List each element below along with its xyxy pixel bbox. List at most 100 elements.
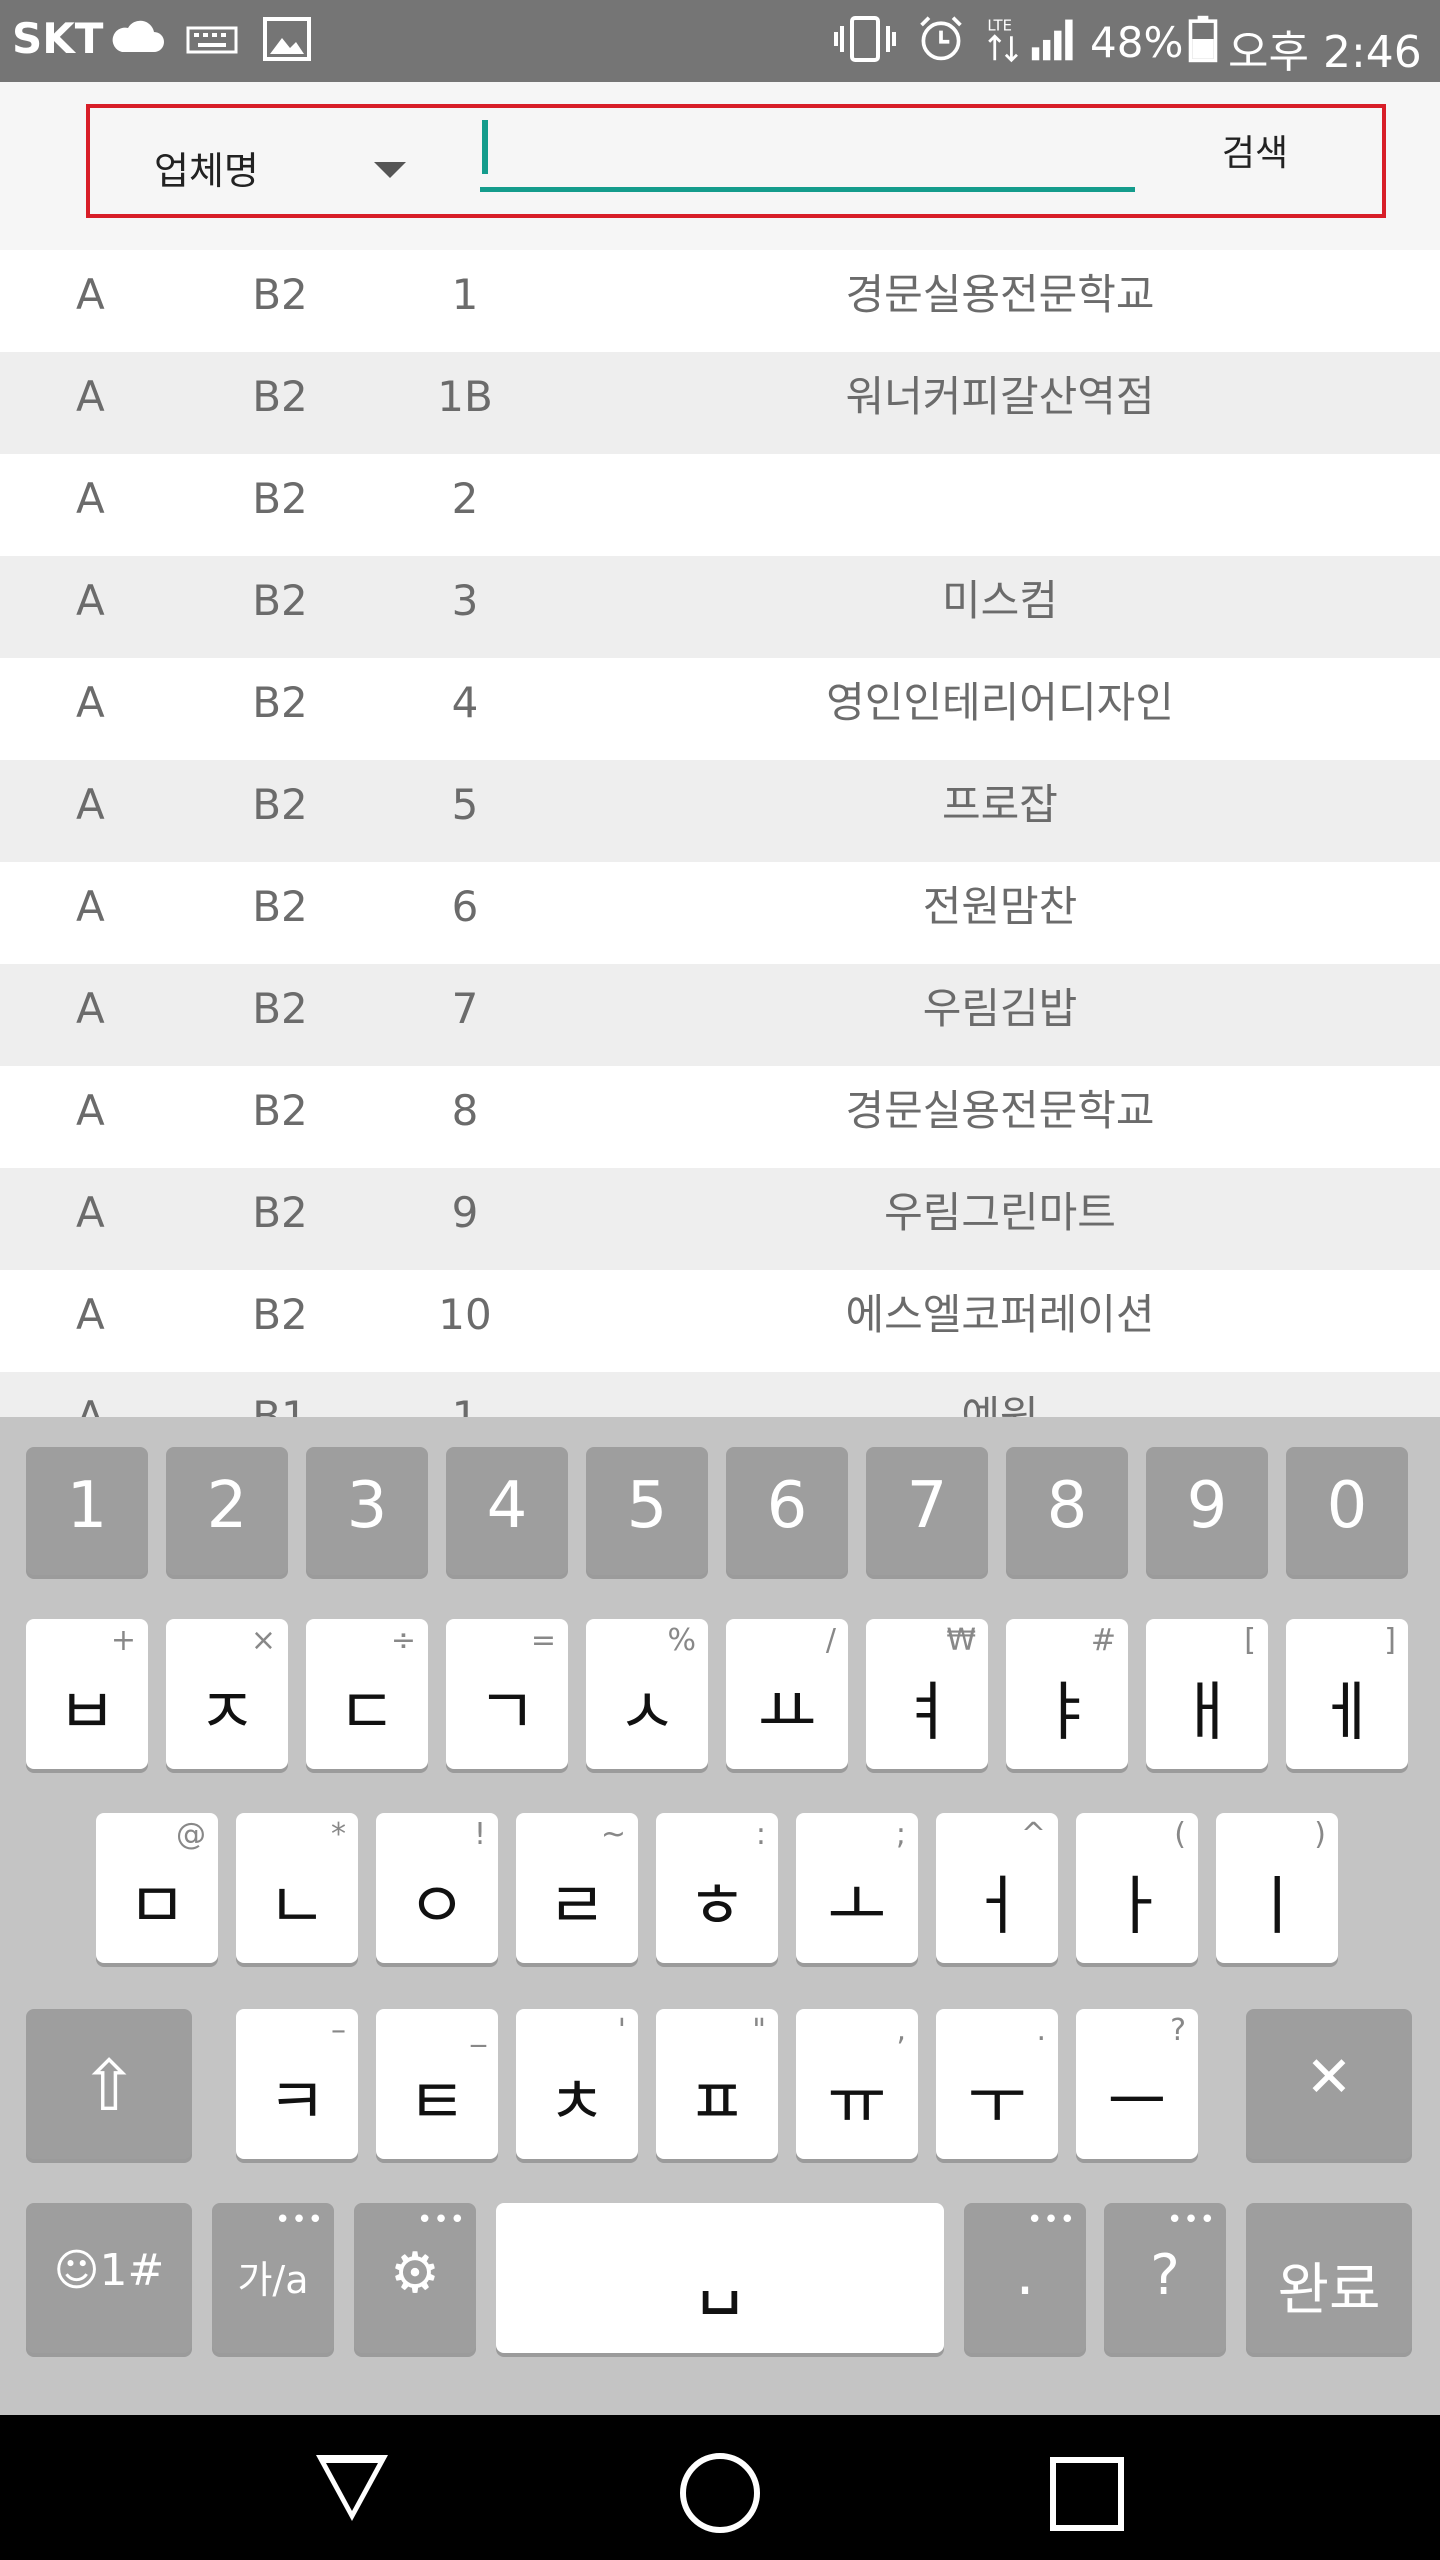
list-item[interactable]: A B2 2 [0, 454, 1440, 556]
key-row4-2[interactable]: ㅊ ' [516, 2009, 638, 2159]
key-row3-8[interactable]: ㅣ) [1216, 1813, 1338, 1963]
key-row2-6[interactable]: ㅕ ₩ [866, 1619, 988, 1769]
list-item[interactable]: A B2 9 우림그린마트 [0, 1168, 1440, 1270]
search-box: 업체명 검색 [86, 104, 1386, 218]
key-8-label: 8 [1046, 1469, 1088, 1543]
key-5[interactable]: 5 [586, 1447, 708, 1575]
list-item[interactable]: A B2 8 경문실용전문학교 [0, 1066, 1440, 1168]
key-9[interactable]: 9 [1146, 1447, 1268, 1575]
key-row2-0[interactable]: ㅂ + [26, 1619, 148, 1769]
key-3[interactable]: 3 [306, 1447, 428, 1575]
list-item-c3: 6 [451, 882, 479, 931]
clock: 오후 2:46 [1228, 27, 1422, 78]
recent-apps-icon[interactable] [1050, 2457, 1124, 2531]
key-row2-5-secondary: / [825, 1623, 836, 1658]
list-item-c4: 우림그린마트 [884, 1188, 1116, 1237]
settings-key[interactable]: ⚙ ••• [354, 2203, 476, 2353]
key-4[interactable]: 4 [446, 1447, 568, 1575]
key-6[interactable]: 6 [726, 1447, 848, 1575]
key-row4-4[interactable]: ㅠ, [796, 2009, 918, 2159]
list-item[interactable]: A B2 4 영인인테리어디자인 [0, 658, 1440, 760]
key-row2-1[interactable]: ㅈ × [166, 1619, 288, 1769]
list-item-c1: A [76, 984, 105, 1033]
key-row4-3[interactable]: ㅍ " [656, 2009, 778, 2159]
result-list[interactable]: A B2 1 경문실용전문학교 A B2 1B 워너커피갈산역점 A B2 2 A B2 3 미스컴 A B2 4… [0, 250, 1440, 1417]
language-switch-key[interactable]: 가/a ••• [212, 2203, 334, 2353]
key-row3-6-secondary: ^ [1020, 1817, 1046, 1852]
back-icon-inner [326, 2463, 378, 2511]
key-row4-2-label: ㅊ [547, 2066, 607, 2140]
key-row3-7[interactable]: ㅏ( [1076, 1813, 1198, 1963]
list-item[interactable]: A B2 6 전원맘찬 [0, 862, 1440, 964]
key-4-label: 4 [486, 1469, 528, 1543]
key-row2-7-label: ㅑ [1037, 1676, 1097, 1750]
key-row2-2-secondary: ÷ [390, 1623, 416, 1658]
battery-percent: 48% [1090, 18, 1184, 67]
key-2[interactable]: 2 [166, 1447, 288, 1575]
list-item[interactable]: A B2 1 경문실용전문학교 [0, 250, 1440, 352]
key-6-label: 6 [766, 1469, 808, 1543]
list-item[interactable]: A B2 7 우림김밥 [0, 964, 1440, 1066]
key-row4-2-secondary: ' [617, 2013, 626, 2048]
key-row2-3[interactable]: ㄱ = [446, 1619, 568, 1769]
key-row4-3-label: ㅍ [687, 2066, 747, 2140]
backspace-key[interactable]: ✕ [1246, 2009, 1412, 2159]
list-item[interactable]: A B2 3 미스컴 [0, 556, 1440, 658]
key-1[interactable]: 1 [26, 1447, 148, 1575]
key-2-label: 2 [206, 1469, 248, 1543]
key-row3-8-label: ㅣ [1247, 1870, 1307, 1944]
key-row3-2[interactable]: ㅇ! [376, 1813, 498, 1963]
key-row3-3[interactable]: ㄹ ~ [516, 1813, 638, 1963]
key-row2-9-label: ㅔ [1317, 1676, 1377, 1750]
key-row3-1[interactable]: ㄴ * [236, 1813, 358, 1963]
key-row2-4[interactable]: ㅅ% [586, 1619, 708, 1769]
list-item-c4: 전원맘찬 [922, 882, 1078, 931]
shift-key[interactable]: ⇧ [26, 2009, 192, 2159]
key-row4-5[interactable]: ㅜ. [936, 2009, 1058, 2159]
key-7[interactable]: 7 [866, 1447, 988, 1575]
key-8[interactable]: 8 [1006, 1447, 1128, 1575]
key-row3-6[interactable]: ㅓ ^ [936, 1813, 1058, 1963]
list-item[interactable]: A B2 10 에스엘코퍼레이션 [0, 1270, 1440, 1372]
period-key[interactable]: . ••• [964, 2203, 1086, 2353]
list-item[interactable]: A B2 1B 워너커피갈산역점 [0, 352, 1440, 454]
key-row2-7[interactable]: ㅑ # [1006, 1619, 1128, 1769]
list-item-c2: B2 [252, 1290, 308, 1339]
key-row3-5[interactable]: ㅗ; [796, 1813, 918, 1963]
signal-icon [1031, 19, 1073, 61]
key-row3-0[interactable]: ㅁ @ [96, 1813, 218, 1963]
space-key[interactable]: ␣ [496, 2203, 944, 2353]
list-item-c4: 미스컴 [942, 576, 1058, 625]
key-0[interactable]: 0 [1286, 1447, 1408, 1575]
list-item-c4: 영인인테리어디자인 [826, 678, 1174, 727]
key-row2-4-label: ㅅ [617, 1676, 677, 1750]
search-button[interactable]: 검색 [1190, 122, 1320, 186]
keyboard: 1 2 3 4 5 6 7 8 9 0 ㅂ + ㅈ × ㄷ ÷ ㄱ = ㅅ% ㅛ / ㅕ ₩ ㅑ # ㅐ[ㅔ] ㅁ @ ㄴ * ㅇ! ㄹ ~ ㅎ:… [0, 1417, 1440, 2415]
list-item-c2: B2 [252, 372, 308, 421]
key-row4-6[interactable]: ㅡ? [1076, 2009, 1198, 2159]
navigation-bar [0, 2415, 1440, 2560]
key-row4-5-secondary: . [1036, 2013, 1046, 2048]
search-field-dropdown[interactable]: 업체명 [154, 130, 414, 194]
key-row3-6-label: ㅓ [967, 1870, 1027, 1944]
list-item[interactable]: A B1 1 예원 [0, 1372, 1440, 1417]
key-row2-6-secondary: ₩ [946, 1623, 976, 1658]
done-key[interactable]: 완료 [1246, 2203, 1412, 2353]
list-item-c4: 워너커피갈산역점 [845, 372, 1155, 421]
key-row2-5[interactable]: ㅛ / [726, 1619, 848, 1769]
key-row2-9[interactable]: ㅔ] [1286, 1619, 1408, 1769]
question-key[interactable]: ? ••• [1104, 2203, 1226, 2353]
key-row4-0[interactable]: ㅋ – [236, 2009, 358, 2159]
list-item[interactable]: A B2 5 프로잡 [0, 760, 1440, 862]
search-input[interactable] [480, 120, 1135, 192]
home-icon[interactable] [680, 2453, 760, 2533]
key-7-label: 7 [906, 1469, 948, 1543]
key-row2-2[interactable]: ㄷ ÷ [306, 1619, 428, 1769]
dropdown-selected-value: 업체명 [154, 149, 259, 193]
key-row3-4[interactable]: ㅎ: [656, 1813, 778, 1963]
list-item-c3: 7 [451, 984, 479, 1033]
emoji-symbol-key[interactable]: ☺1# [26, 2203, 192, 2353]
key-row4-1[interactable]: ㅌ _ [376, 2009, 498, 2159]
list-item-c3: 2 [451, 474, 479, 523]
key-row2-8[interactable]: ㅐ[ [1146, 1619, 1268, 1769]
